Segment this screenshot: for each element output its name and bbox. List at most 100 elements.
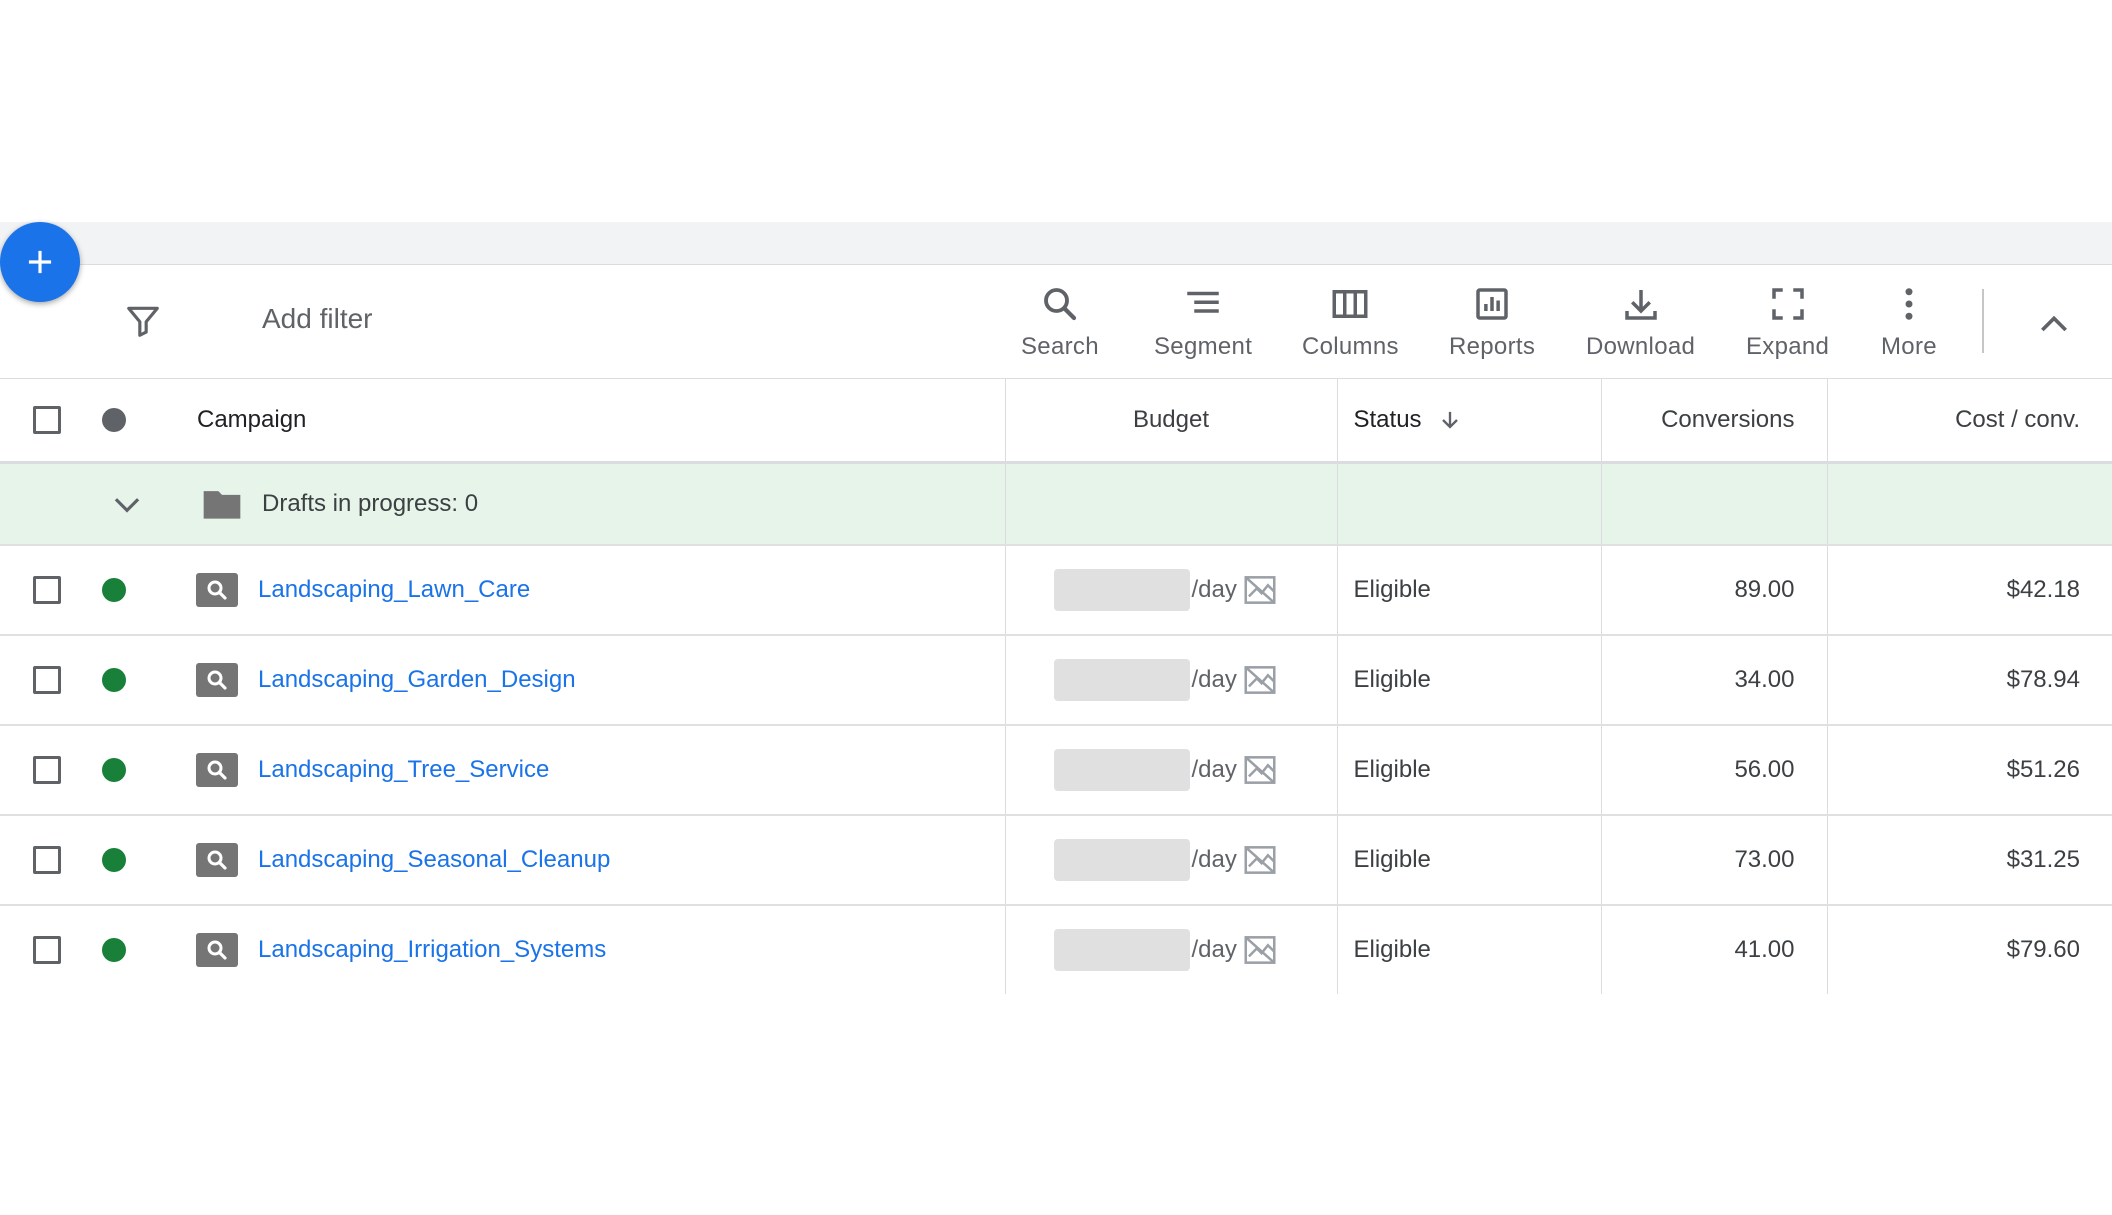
- cost-conv-header-label: Cost / conv.: [1955, 406, 2080, 433]
- table-row: Landscaping_Garden_Design /day Eligible …: [0, 635, 2112, 726]
- campaign-cell: Landscaping_Lawn_Care: [0, 545, 1005, 636]
- budget-cell: /day: [1004, 545, 1337, 636]
- status-cell: Eligible: [1336, 545, 1601, 636]
- conversions-cell: 89.00: [1600, 545, 1827, 636]
- row-checkbox[interactable]: [33, 756, 61, 784]
- arrow-down-icon: [1441, 411, 1458, 429]
- campaign-name-link[interactable]: Landscaping_Irrigation_Systems: [258, 936, 606, 964]
- conversions-cell: 73.00: [1600, 815, 1827, 906]
- search-button[interactable]: Search: [1021, 283, 1099, 361]
- download-button-label: Download: [1586, 333, 1696, 360]
- campaign-cell: Landscaping_Seasonal_Cleanup: [0, 815, 1005, 906]
- chart-off-icon[interactable]: [1241, 931, 1279, 969]
- search-campaign-icon: [196, 663, 238, 697]
- status-enabled-dot[interactable]: [102, 668, 126, 692]
- budget-cell: /day: [1004, 725, 1337, 816]
- conversions-cell: 41.00: [1600, 905, 1827, 994]
- cost-conv-cell: $31.25: [1826, 815, 2112, 906]
- chevron-down-icon[interactable]: [108, 485, 146, 523]
- budget-value-redacted[interactable]: [1053, 659, 1190, 701]
- chart-off-icon[interactable]: [1241, 661, 1279, 699]
- status-header-label: Status: [1353, 406, 1422, 433]
- status-cell: Eligible: [1336, 815, 1601, 906]
- budget-per-day: /day: [1191, 576, 1237, 603]
- chart-off-icon[interactable]: [1241, 571, 1279, 609]
- segment-button-label: Segment: [1154, 333, 1253, 360]
- budget-per-day: /day: [1191, 846, 1237, 873]
- budget-value-redacted[interactable]: [1053, 839, 1190, 881]
- table-toolbar: Add filter Search Segment Columns Report…: [0, 265, 2112, 379]
- status-enabled-dot[interactable]: [102, 758, 126, 782]
- drafts-empty-cell: [1004, 462, 1337, 546]
- cost-conv-cell: $42.18: [1826, 545, 2112, 636]
- reports-button[interactable]: Reports: [1449, 283, 1535, 361]
- table-header-row: Campaign Budget Status Conversions Cost …: [0, 379, 2112, 464]
- cost-conv-cell: $51.26: [1826, 725, 2112, 816]
- drafts-empty-cell: [1826, 462, 2112, 546]
- search-campaign-icon: [196, 933, 238, 967]
- table-row: Landscaping_Lawn_Care /day Eligible 89.0…: [0, 545, 2112, 636]
- table-row: Landscaping_Seasonal_Cleanup /day Eligib…: [0, 815, 2112, 906]
- chart-off-icon[interactable]: [1241, 841, 1279, 879]
- table-row: Landscaping_Irrigation_Systems /day Elig…: [0, 905, 2112, 994]
- budget-cell: /day: [1004, 905, 1337, 994]
- chevron-up-icon[interactable]: [2034, 305, 2074, 345]
- budget-header[interactable]: Budget: [1004, 379, 1337, 464]
- columns-button[interactable]: Columns: [1302, 283, 1399, 361]
- budget-header-label: Budget: [1132, 406, 1210, 433]
- budget-cell: /day: [1004, 815, 1337, 906]
- more-button[interactable]: More: [1881, 283, 1937, 361]
- conversions-header[interactable]: Conversions: [1600, 379, 1827, 464]
- row-checkbox[interactable]: [33, 846, 61, 874]
- status-cell: Eligible: [1336, 635, 1601, 726]
- expand-button[interactable]: Expand: [1746, 283, 1829, 361]
- campaign-name-link[interactable]: Landscaping_Seasonal_Cleanup: [258, 846, 610, 874]
- budget-value-redacted[interactable]: [1053, 569, 1190, 611]
- drafts-row: Drafts in progress: 0: [0, 462, 2112, 546]
- campaign-header: Campaign: [0, 379, 1005, 464]
- segment-button[interactable]: Segment: [1154, 283, 1252, 361]
- conversions-cell: 34.00: [1600, 635, 1827, 726]
- select-all-checkbox[interactable]: [33, 406, 61, 434]
- budget-per-day: /day: [1191, 666, 1237, 693]
- campaigns-table: Campaign Budget Status Conversions Cost …: [0, 379, 2112, 994]
- status-header[interactable]: Status: [1336, 379, 1601, 464]
- cost-conv-header[interactable]: Cost / conv.: [1826, 379, 2112, 464]
- search-campaign-icon: [196, 843, 238, 877]
- status-enabled-dot[interactable]: [102, 578, 126, 602]
- segment-icon: [1187, 291, 1219, 313]
- row-checkbox[interactable]: [33, 576, 61, 604]
- campaign-name-link[interactable]: Landscaping_Lawn_Care: [258, 576, 530, 604]
- budget-cell: /day: [1004, 635, 1337, 726]
- more-vert-icon: [1905, 288, 1913, 320]
- filter-icon[interactable]: [124, 302, 162, 340]
- reports-icon: [1476, 288, 1508, 320]
- reports-button-label: Reports: [1449, 333, 1536, 360]
- row-checkbox[interactable]: [33, 666, 61, 694]
- search-campaign-icon: [196, 573, 238, 607]
- toolbar-divider: [1982, 289, 1984, 353]
- budget-value-redacted[interactable]: [1053, 749, 1190, 791]
- campaign-header-label[interactable]: Campaign: [197, 406, 306, 434]
- drafts-label: Drafts in progress: 0: [262, 490, 479, 517]
- chart-off-icon[interactable]: [1241, 751, 1279, 789]
- columns-icon: [1332, 290, 1368, 318]
- status-enabled-dot[interactable]: [102, 938, 126, 962]
- conversions-cell: 56.00: [1600, 725, 1827, 816]
- campaign-cell: Landscaping_Irrigation_Systems: [0, 905, 1005, 994]
- drafts-empty-cell: [1600, 462, 1827, 546]
- campaign-cell: Landscaping_Garden_Design: [0, 635, 1005, 726]
- status-enabled-dot[interactable]: [102, 848, 126, 872]
- status-cell: Eligible: [1336, 905, 1601, 994]
- top-band: [0, 222, 2112, 265]
- campaign-name-link[interactable]: Landscaping_Tree_Service: [258, 756, 549, 784]
- drafts-cell: Drafts in progress: 0: [0, 462, 1005, 546]
- budget-value-redacted[interactable]: [1053, 929, 1190, 971]
- add-filter-button[interactable]: Add filter: [262, 303, 373, 335]
- budget-per-day: /day: [1191, 756, 1237, 783]
- row-checkbox[interactable]: [33, 936, 61, 964]
- search-icon: [1043, 288, 1077, 321]
- campaign-name-link[interactable]: Landscaping_Garden_Design: [258, 666, 576, 694]
- campaign-cell: Landscaping_Tree_Service: [0, 725, 1005, 816]
- download-button[interactable]: Download: [1586, 283, 1695, 361]
